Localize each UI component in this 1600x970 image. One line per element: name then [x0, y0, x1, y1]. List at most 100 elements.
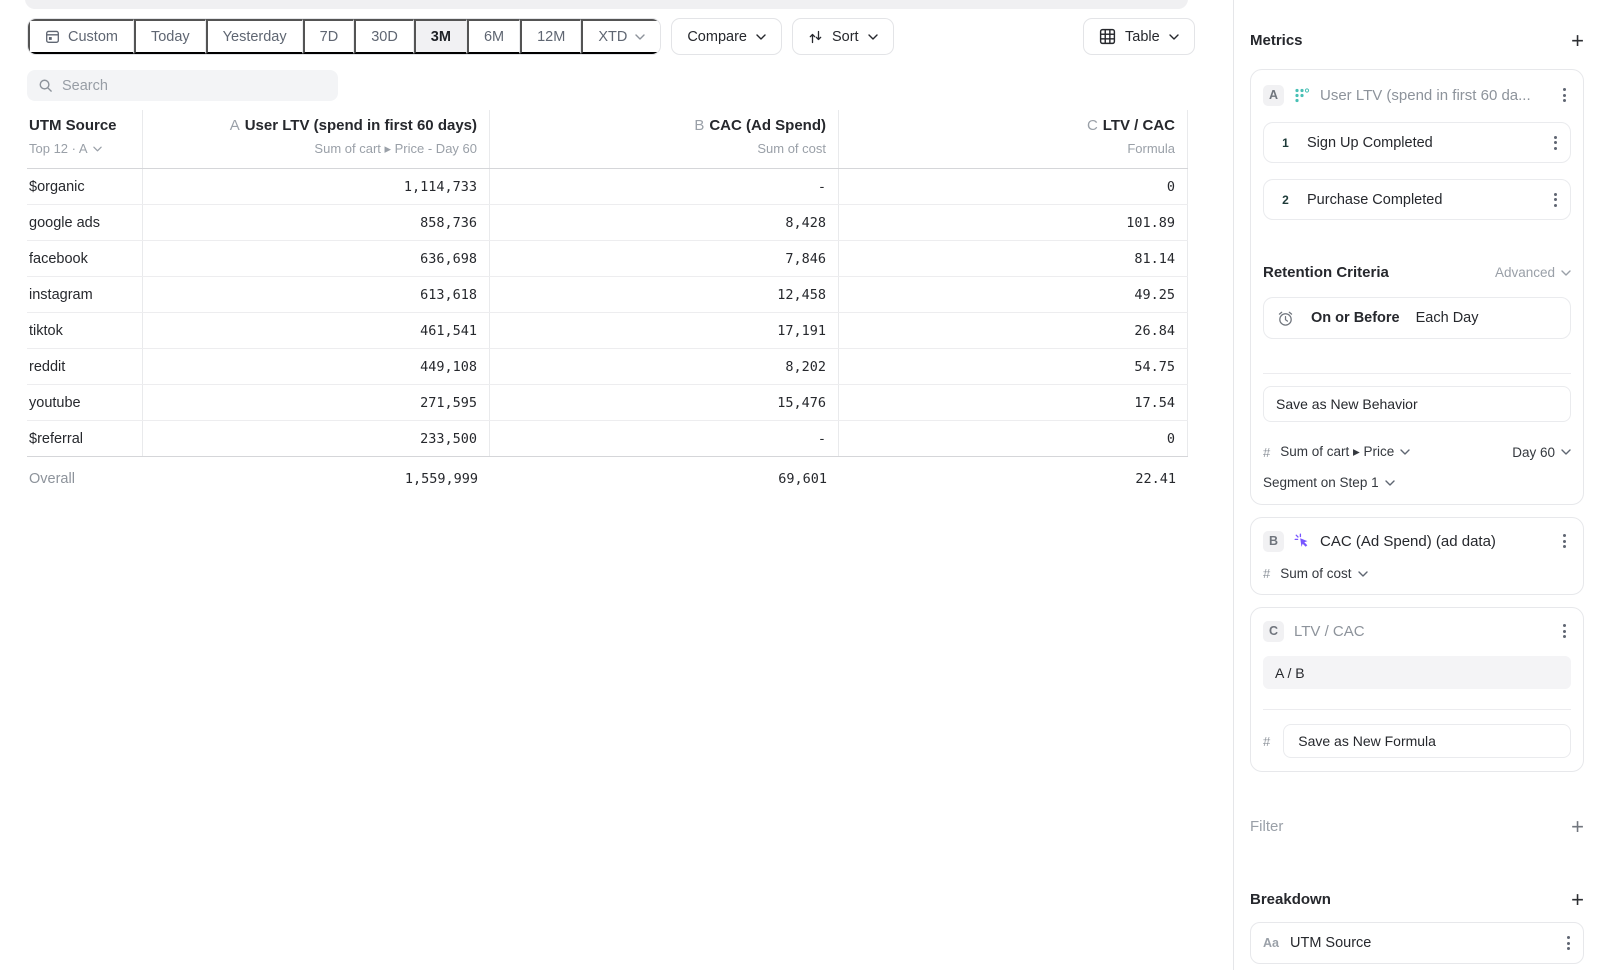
date-range-7d[interactable]: 7D [303, 19, 355, 54]
metric-b-aggregation-dropdown[interactable]: Sum of cost [1280, 566, 1367, 581]
cell-value-c: 81.14 [839, 241, 1188, 276]
column-header-utm-source[interactable]: UTM Source Top 12 · A [27, 110, 143, 168]
add-filter-button[interactable]: + [1571, 819, 1584, 835]
save-as-new-formula-button[interactable]: Save as New Formula [1283, 724, 1571, 758]
search-input[interactable]: Search [27, 70, 338, 101]
table-header-row: UTM Source Top 12 · A AUser LTV (spend i… [27, 110, 1188, 169]
table-row[interactable]: reddit449,1088,20254.75 [27, 349, 1188, 385]
metric-card-c: C LTV / CAC A / B # Save as New Formula [1250, 607, 1584, 772]
step-1-menu-button[interactable] [1549, 131, 1562, 155]
cell-value-c: 0 [839, 421, 1188, 456]
column-title: CAC (Ad Spend) [709, 117, 826, 134]
segment-label: Segment on Step 1 [1263, 475, 1379, 490]
segment-on-step-dropdown[interactable]: Segment on Step 1 [1263, 475, 1571, 490]
table-row[interactable]: youtube271,59515,47617.54 [27, 385, 1188, 421]
breakdown-item-label: UTM Source [1290, 935, 1551, 951]
compare-button[interactable]: Compare [671, 18, 782, 55]
column-header-metric-c[interactable]: C LTV / CAC Formula [839, 110, 1188, 168]
date-range-xtd[interactable]: XTD [581, 19, 660, 54]
date-range-6m[interactable]: 6M [467, 19, 520, 54]
metric-b-menu-button[interactable] [1558, 529, 1571, 553]
search-placeholder: Search [62, 78, 108, 94]
column-title: User LTV (spend in first 60 days) [245, 117, 477, 134]
add-breakdown-button[interactable]: + [1571, 892, 1584, 908]
funnel-step-1[interactable]: 1 Sign Up Completed [1263, 122, 1571, 163]
add-metric-button[interactable]: + [1571, 33, 1584, 49]
breakdown-menu-button[interactable] [1562, 931, 1575, 955]
cell-value-b: 8,428 [490, 205, 839, 240]
aggregation-label: Sum of cost [1280, 566, 1351, 581]
string-property-icon: Aa [1263, 936, 1279, 950]
date-range-3m[interactable]: 3M [414, 19, 467, 54]
sort-button[interactable]: Sort [792, 18, 894, 55]
metric-c-menu-button[interactable] [1558, 619, 1571, 643]
date-range-custom[interactable]: Custom [28, 19, 134, 54]
cell-value-a: 636,698 [143, 241, 490, 276]
chevron-down-icon [93, 146, 102, 152]
table-row[interactable]: tiktok461,54117,19126.84 [27, 313, 1188, 349]
step-1-label: Sign Up Completed [1307, 135, 1537, 151]
breakdown-section-title: Breakdown [1250, 891, 1331, 908]
column-title: LTV / CAC [1103, 117, 1175, 134]
row-dimension-subtitle: Top 12 · A [29, 139, 88, 158]
date-range-30d[interactable]: 30D [354, 19, 414, 54]
step-1-badge: 1 [1276, 133, 1295, 152]
chevron-down-icon [756, 34, 766, 40]
number-type-icon: # [1263, 566, 1270, 581]
card-divider [1263, 373, 1571, 374]
chart-card-edge-decoration [25, 0, 1188, 9]
metric-a-badge: A [1263, 85, 1284, 106]
metric-card-b: B CAC (Ad Spend) (ad data) # Sum of cost [1250, 517, 1584, 595]
metric-a-menu-button[interactable] [1558, 83, 1571, 107]
metric-a-title: User LTV (spend in first 60 da... [1320, 87, 1548, 104]
date-range-12m[interactable]: 12M [520, 19, 581, 54]
row-label: instagram [27, 277, 143, 312]
row-label: facebook [27, 241, 143, 276]
step-2-badge: 2 [1276, 190, 1295, 209]
row-label: $organic [27, 169, 143, 204]
criteria-unit: Each Day [1416, 310, 1479, 326]
number-type-icon: # [1263, 734, 1270, 749]
window-dropdown[interactable]: Day 60 [1512, 445, 1571, 460]
retention-criteria-box[interactable]: On or Before Each Day [1263, 297, 1571, 339]
date-range-control: CustomTodayYesterday7D30D3M6M12MXTD [27, 18, 661, 55]
date-range-today[interactable]: Today [134, 19, 206, 54]
cell-value-c: 26.84 [839, 313, 1188, 348]
breakdown-item-utm-source[interactable]: Aa UTM Source [1250, 922, 1584, 964]
cell-value-a: 1,114,733 [143, 169, 490, 204]
date-range-yesterday[interactable]: Yesterday [206, 19, 303, 54]
analytics-app: CustomTodayYesterday7D30D3M6M12MXTD Comp… [0, 0, 1600, 970]
ad-data-click-icon [1294, 533, 1310, 549]
overall-label: Overall [27, 457, 143, 501]
column-key: C [1087, 117, 1098, 134]
table-body: $organic1,114,733-0google ads858,7368,42… [27, 169, 1188, 457]
chevron-down-icon [635, 34, 645, 40]
metric-c-title: LTV / CAC [1294, 623, 1548, 640]
cell-value-a: 449,108 [143, 349, 490, 384]
table-row[interactable]: facebook636,6987,84681.14 [27, 241, 1188, 277]
compare-label: Compare [687, 29, 747, 45]
table-row[interactable]: $referral233,500-0 [27, 421, 1188, 457]
criteria-condition: On or Before [1311, 310, 1400, 326]
formula-input[interactable]: A / B [1263, 656, 1571, 689]
table-row[interactable]: $organic1,114,733-0 [27, 169, 1188, 205]
table-row[interactable]: instagram613,61812,45849.25 [27, 277, 1188, 313]
aggregation-dropdown[interactable]: Sum of cart ▸ Price [1280, 444, 1410, 460]
save-as-new-behavior-button[interactable]: Save as New Behavior [1263, 386, 1571, 422]
cell-value-b: 8,202 [490, 349, 839, 384]
number-type-icon: # [1263, 445, 1270, 460]
advanced-dropdown[interactable]: Advanced [1495, 265, 1571, 280]
cell-value-b: - [490, 421, 839, 456]
funnel-step-2[interactable]: 2 Purchase Completed [1263, 179, 1571, 220]
table-grid-icon [1099, 28, 1116, 45]
table-row[interactable]: google ads858,7368,428101.89 [27, 205, 1188, 241]
step-2-menu-button[interactable] [1549, 188, 1562, 212]
column-header-metric-a[interactable]: AUser LTV (spend in first 60 days) Sum o… [143, 110, 490, 168]
cell-value-c: 49.25 [839, 277, 1188, 312]
chevron-down-icon [868, 34, 878, 40]
chevron-down-icon [1169, 34, 1179, 40]
column-header-metric-b[interactable]: BCAC (Ad Spend) Sum of cost [490, 110, 839, 168]
overall-value-a: 1,559,999 [143, 457, 490, 501]
column-subtitle: Formula [851, 139, 1175, 158]
view-selector-button[interactable]: Table [1083, 18, 1195, 55]
